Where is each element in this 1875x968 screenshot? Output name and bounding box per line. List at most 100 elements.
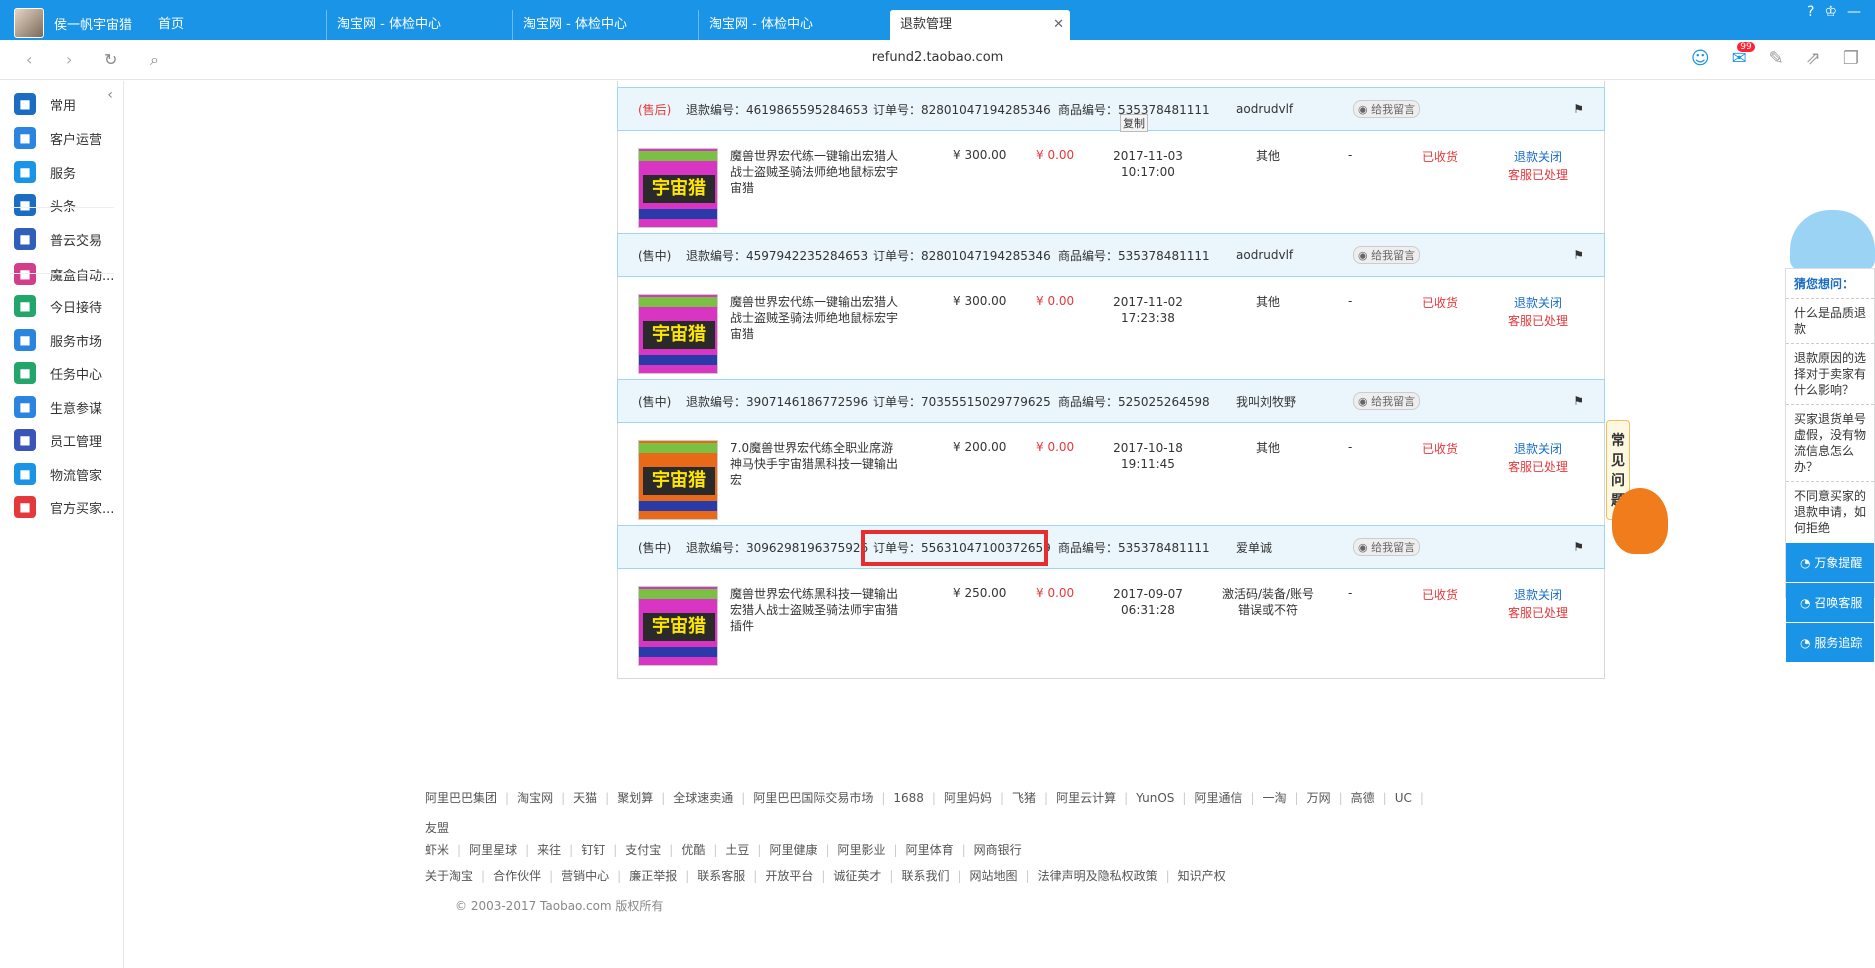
item-number[interactable]: 商品编号：525025264598 — [1058, 393, 1210, 410]
sidebar-item[interactable]: ■ 任务中心 — [14, 358, 102, 388]
tab-health-check-3[interactable]: 淘宝网 - 体检中心 — [698, 10, 823, 40]
sidebar-item[interactable]: ■ 普云交易 — [14, 224, 102, 254]
footer-link[interactable]: 1688 — [893, 787, 924, 809]
footer-link[interactable]: 万网 — [1307, 787, 1331, 809]
footer-link[interactable]: 联系我们 — [901, 865, 949, 887]
tab-health-check-2[interactable]: 淘宝网 - 体检中心 — [512, 10, 637, 40]
footer-link[interactable]: 阿里云计算 — [1056, 787, 1116, 809]
footer-link[interactable]: 开放平台 — [765, 865, 813, 887]
shirt-icon[interactable]: ♔ — [1824, 4, 1837, 20]
footer-link[interactable]: 阿里影业 — [838, 839, 886, 861]
flag-icon[interactable]: ⚑ — [1573, 394, 1584, 408]
footer-link[interactable]: 飞猪 — [1012, 787, 1036, 809]
item-number[interactable]: 商品编号：535378481111 — [1058, 539, 1210, 556]
footer-link[interactable]: 阿里健康 — [769, 839, 817, 861]
footer-link[interactable]: 关于淘宝 — [425, 865, 473, 887]
footer-link[interactable]: 知识产权 — [1178, 865, 1226, 887]
sidebar-item[interactable]: ■ 常用 — [14, 89, 76, 119]
footer-link[interactable]: 廉正举报 — [629, 865, 677, 887]
footer-link[interactable]: 法律声明及隐私权政策 — [1038, 865, 1158, 887]
faq-question[interactable]: 退款原因的选择对于卖家有什么影响？ — [1786, 343, 1874, 404]
smile-icon[interactable]: ☺ — [1691, 48, 1710, 69]
sidebar-item[interactable]: ■ 生意参谋 — [14, 392, 102, 422]
faq-action-button[interactable]: ◔ 服务追踪 — [1786, 622, 1874, 662]
footer-link[interactable]: 阿里妈妈 — [944, 787, 992, 809]
refund-closed-link[interactable]: 退款关闭 — [1498, 586, 1578, 604]
faq-question[interactable]: 什么是品质退款 — [1786, 298, 1874, 343]
sidebar-item[interactable]: ■ 魔盒自动... — [14, 259, 114, 289]
footer-link[interactable]: 淘宝网 — [517, 787, 553, 809]
product-thumbnail[interactable]: 宇宙猎 — [638, 440, 718, 520]
faq-question[interactable]: 不同意买家的退款申请，如何拒绝 — [1786, 481, 1874, 542]
window-icon[interactable]: ❐ — [1843, 48, 1859, 69]
footer-link[interactable]: 阿里巴巴国际交易市场 — [753, 787, 873, 809]
footer-link[interactable]: 钉钉 — [581, 839, 605, 861]
order-number[interactable]: 订单号：82801047194285346 — [873, 101, 1051, 118]
footer-link[interactable]: 诚征英才 — [833, 865, 881, 887]
flag-icon[interactable]: ⚑ — [1573, 102, 1584, 116]
footer-link[interactable]: 土豆 — [725, 839, 749, 861]
product-thumbnail[interactable]: 宇宙猎 — [638, 586, 718, 666]
leave-message-button[interactable]: ◉ 给我留言 — [1353, 392, 1421, 410]
flag-icon[interactable]: ⚑ — [1573, 248, 1584, 262]
footer-link[interactable]: 虾米 — [425, 839, 449, 861]
sidebar-item[interactable]: ■ 客户运营 — [14, 123, 102, 153]
product-title[interactable]: 魔兽世界宏代练黑科技一键输出宏猎人战士盗贼圣骑法师宇宙猎插件 — [730, 586, 900, 634]
sidebar-item[interactable]: ■ 员工管理 — [14, 425, 102, 455]
footer-link[interactable]: 网商银行 — [974, 839, 1022, 861]
collapse-icon[interactable]: ‹ — [107, 87, 113, 103]
sidebar-item[interactable]: ■ 服务 — [14, 157, 76, 187]
footer-link[interactable]: 友盟 — [425, 817, 449, 839]
refund-closed-link[interactable]: 退款关闭 — [1498, 294, 1578, 312]
product-title[interactable]: 魔兽世界宏代练一键输出宏猎人战士盗贼圣骑法师绝地鼠标宏宇宙猎 — [730, 294, 900, 342]
footer-link[interactable]: 支付宝 — [625, 839, 661, 861]
refund-closed-link[interactable]: 退款关闭 — [1498, 148, 1578, 166]
footer-link[interactable]: 阿里体育 — [906, 839, 954, 861]
product-title[interactable]: 7.0魔兽世界宏代练全职业席游神马快手宇宙猎黑科技一键输出宏 — [730, 440, 900, 488]
footer-link[interactable]: 天猫 — [573, 787, 597, 809]
footer-link[interactable]: 阿里通信 — [1194, 787, 1242, 809]
sidebar-item[interactable]: ■ 官方买家... — [14, 492, 114, 522]
buyer-name[interactable]: aodrudvlf — [1236, 102, 1293, 116]
sidebar-item[interactable]: ■ 头条 — [14, 190, 76, 220]
product-thumbnail[interactable]: 宇宙猎 — [638, 148, 718, 228]
flag-icon[interactable]: ⚑ — [1573, 540, 1584, 554]
tab-refund-management[interactable]: 退款管理 ✕ — [890, 10, 1070, 40]
tab-health-check-1[interactable]: 淘宝网 - 体检中心 — [326, 10, 451, 40]
order-number[interactable]: 订单号：82801047194285346 — [873, 247, 1051, 264]
footer-link[interactable]: 优酷 — [681, 839, 705, 861]
footer-link[interactable]: 联系客服 — [697, 865, 745, 887]
footer-link[interactable]: 高德 — [1351, 787, 1375, 809]
footer-link[interactable]: 阿里星球 — [469, 839, 517, 861]
product-title[interactable]: 魔兽世界宏代练一键输出宏猎人战士盗贼圣骑法师绝地鼠标宏宇宙猎 — [730, 148, 900, 196]
pin-icon[interactable]: ✎ — [1769, 48, 1784, 69]
footer-link[interactable]: 网站地图 — [970, 865, 1018, 887]
tab-home[interactable]: 首页 — [148, 10, 194, 40]
item-number[interactable]: 商品编号：535378481111 — [1058, 247, 1210, 264]
sidebar-item[interactable]: ■ 今日接待 — [14, 291, 102, 321]
minimize-icon[interactable]: — — [1847, 4, 1861, 20]
buyer-name[interactable]: 爱单诚 — [1236, 539, 1272, 556]
buyer-name[interactable]: aodrudvlf — [1236, 248, 1293, 262]
buyer-name[interactable]: 我叫刘牧野 — [1236, 393, 1296, 410]
url-field[interactable]: refund2.taobao.com — [0, 50, 1875, 65]
leave-message-button[interactable]: ◉ 给我留言 — [1353, 538, 1421, 556]
leave-message-button[interactable]: ◉ 给我留言 — [1353, 100, 1421, 118]
footer-link[interactable]: UC — [1395, 787, 1412, 809]
faq-action-button[interactable]: ◔ 万象提醒 — [1786, 542, 1874, 582]
footer-link[interactable]: YunOS — [1136, 787, 1174, 809]
refund-closed-link[interactable]: 退款关闭 — [1498, 440, 1578, 458]
footer-link[interactable]: 营销中心 — [561, 865, 609, 887]
order-number[interactable]: 订单号：70355515029779625 — [873, 393, 1051, 410]
sidebar-item[interactable]: ■ 物流管家 — [14, 459, 102, 489]
footer-link[interactable]: 合作伙伴 — [493, 865, 541, 887]
sidebar-item[interactable]: ■ 服务市场 — [14, 325, 102, 355]
faq-action-button[interactable]: ◔ 召唤客服 — [1786, 582, 1874, 622]
profile[interactable]: 侯一帆宇宙猎 — [14, 8, 132, 38]
footer-link[interactable]: 阿里巴巴集团 — [425, 787, 497, 809]
mail-icon[interactable]: ✉ 99 — [1732, 42, 1755, 69]
product-thumbnail[interactable]: 宇宙猎 — [638, 294, 718, 374]
leave-message-button[interactable]: ◉ 给我留言 — [1353, 246, 1421, 264]
close-icon[interactable]: ✕ — [1053, 10, 1064, 40]
footer-link[interactable]: 聚划算 — [617, 787, 653, 809]
